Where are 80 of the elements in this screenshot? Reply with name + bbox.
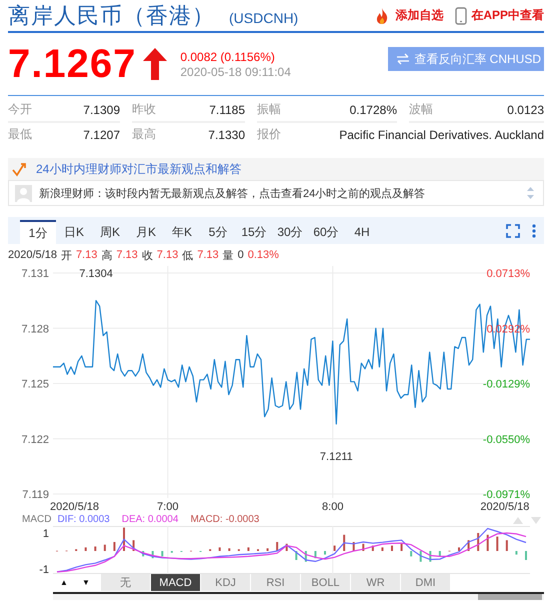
indicator-tab[interactable]: KDJ bbox=[201, 574, 251, 591]
current-price: 7.1267 bbox=[8, 42, 136, 86]
ohlc-label: 收 bbox=[142, 248, 153, 262]
period-tab[interactable]: 日K bbox=[56, 220, 92, 244]
stat-label: 最低 bbox=[8, 126, 32, 143]
more-icon[interactable] bbox=[532, 224, 536, 238]
ohlc-value: 7.13 bbox=[156, 249, 178, 261]
legend-item: MACD: -0.0003 bbox=[190, 514, 260, 526]
header-link[interactable]: 在APP中查看 bbox=[455, 6, 544, 24]
period-tab[interactable]: 1分 bbox=[20, 220, 56, 244]
percent-label: -0.0129% bbox=[482, 378, 530, 390]
ohlc-value: 7.13 bbox=[116, 249, 138, 261]
percent-label: 0.0713% bbox=[486, 268, 530, 280]
fullscreen-icon[interactable] bbox=[506, 224, 520, 238]
advisor-link[interactable]: 24小时内理财师对汇市最新观点和解答 bbox=[36, 160, 242, 178]
axis-label: 8:00 bbox=[322, 501, 344, 513]
indicator-tab[interactable]: MACD bbox=[151, 574, 201, 591]
ohlc-label: 开 bbox=[60, 248, 72, 262]
avatar-icon bbox=[15, 184, 32, 202]
stat-value: 7.1309 bbox=[83, 102, 120, 116]
indicator-tab[interactable]: RSI bbox=[251, 574, 301, 591]
ohlc-value: 7.13 bbox=[197, 249, 219, 261]
stat-value: 0.1728% bbox=[350, 102, 397, 116]
axis-label: 2020/5/18 bbox=[50, 501, 99, 513]
axis-label: -1 bbox=[39, 564, 49, 574]
period-tab[interactable]: 5分 bbox=[200, 220, 236, 244]
percent-label: -0.0550% bbox=[482, 434, 530, 446]
axis-label: 7.125 bbox=[21, 378, 49, 390]
ohlc-value: 7.13 bbox=[76, 249, 98, 261]
axis-label: 7.122 bbox=[21, 434, 49, 446]
period-tab[interactable]: 月K bbox=[128, 220, 164, 244]
indicator-label: MACD bbox=[22, 514, 52, 526]
period-tab[interactable]: 周K bbox=[92, 220, 128, 244]
swap-icon bbox=[396, 53, 410, 65]
period-tab[interactable]: 4H bbox=[344, 220, 380, 244]
scrollbar[interactable] bbox=[53, 592, 544, 600]
stat-label: 波幅 bbox=[409, 101, 433, 118]
legend-item: DEA: 0.0004 bbox=[122, 514, 178, 526]
symbol-code: (USDCNH) bbox=[229, 10, 298, 26]
stat-label: 振幅 bbox=[257, 101, 281, 118]
phone-icon bbox=[455, 6, 468, 24]
period-tab[interactable]: 60分 bbox=[308, 220, 344, 244]
indicator-tab[interactable]: DMI bbox=[401, 574, 451, 591]
axis-label: 7:00 bbox=[157, 501, 178, 513]
axis-label: 1 bbox=[42, 528, 49, 540]
axis-label: 2020/5/18 bbox=[480, 501, 530, 513]
stat-value: 7.1330 bbox=[208, 128, 245, 142]
high-price-label: 7.1304 bbox=[79, 268, 113, 280]
page-title: 离岸人民币（香港） bbox=[8, 2, 215, 30]
indicator-tab[interactable]: BOLL bbox=[301, 574, 351, 591]
quote-time: 2020-05-18 09:11:04 bbox=[180, 64, 291, 78]
price-change: 0.0082 (0.1156%) bbox=[180, 50, 276, 64]
period-tab[interactable]: 年K bbox=[164, 220, 200, 244]
stat-value: Pacific Financial Derivatives. Auckland bbox=[339, 128, 544, 142]
header-link[interactable]: 添加自选 bbox=[373, 6, 444, 24]
ohlc-label: 高 bbox=[101, 248, 112, 262]
period-tab[interactable]: 30分 bbox=[272, 220, 308, 244]
scroll-thumb[interactable] bbox=[478, 594, 542, 600]
stat-value: 7.1185 bbox=[209, 102, 245, 116]
advisor-message[interactable]: 新浪理财师：该时段内暂无最新观点及解答，点击查看24小时之前的观点及解答 bbox=[39, 186, 426, 200]
stat-label: 最高 bbox=[132, 126, 156, 143]
stat-label: 今开 bbox=[8, 101, 32, 118]
indicator-tab[interactable]: 无 bbox=[101, 574, 151, 591]
stat-value: 7.1207 bbox=[83, 128, 120, 142]
indicator-tab[interactable]: WR bbox=[351, 574, 401, 591]
stat-label: 报价 bbox=[257, 126, 281, 143]
bar-change: 0.13% bbox=[248, 249, 279, 261]
axis-label: 7.128 bbox=[21, 323, 49, 336]
percent-label: -0.0971% bbox=[482, 489, 530, 501]
low-price-label: 7.1211 bbox=[320, 451, 353, 463]
ohlc-label: 量 bbox=[222, 248, 234, 262]
legend-item: DIF: 0.0003 bbox=[57, 514, 110, 526]
axis-label: 7.119 bbox=[22, 489, 49, 501]
period-tab[interactable]: 15分 bbox=[236, 220, 272, 244]
bar-date: 2020/5/18 bbox=[8, 249, 57, 261]
axis-label: 7.131 bbox=[21, 268, 49, 280]
ohlc-label: 低 bbox=[182, 248, 194, 262]
ohlc-value: 0 bbox=[238, 249, 244, 261]
stat-label: 昨收 bbox=[132, 101, 156, 118]
stat-value: 0.0123 bbox=[507, 102, 544, 116]
